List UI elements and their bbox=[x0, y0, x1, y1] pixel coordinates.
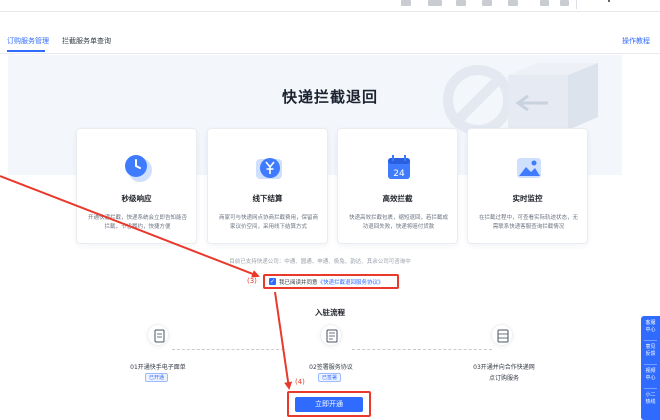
toolbar-item[interactable] bbox=[401, 0, 411, 6]
fp-label: 反馈 bbox=[645, 351, 656, 357]
hotline-button[interactable]: 小二 热线 bbox=[641, 392, 660, 406]
feature-card-settlement: 线下结算 商家可与快递网点协商拦截费用，保留商家议价空间，采用线下结算方式 bbox=[207, 128, 328, 244]
supported-carriers-text: 目前已支持快递公司：中通、圆通、申通、极兔、韵达、其余公司可咨询中 bbox=[229, 259, 411, 265]
contract-icon bbox=[326, 329, 338, 343]
flow-connector bbox=[172, 349, 284, 350]
feature-card-monitoring: 实时监控 在拦截过程中，可查看实际轨迹状态，无需联系快递客服查询拦截情况 bbox=[467, 128, 588, 244]
annotation-step-4: (4) bbox=[295, 378, 305, 386]
agreement-prefix: 我已阅读并同意 bbox=[279, 280, 318, 286]
feature-description: 快递高效拦截包裹，缩短退回，若拦截成功退回失败，快递将赔付货款 bbox=[348, 215, 448, 230]
feature-title: 秒级响应 bbox=[121, 194, 152, 203]
feature-title: 实时监控 bbox=[512, 194, 543, 203]
flow-step-label: 02签署服务协议 bbox=[309, 364, 353, 371]
toolbar-item[interactable] bbox=[482, 0, 492, 6]
agreement-checkbox[interactable]: ✓ bbox=[269, 278, 276, 285]
fp-label: 热线 bbox=[645, 399, 656, 405]
user-menu-icon[interactable] bbox=[608, 0, 610, 2]
flow-connector bbox=[352, 349, 492, 350]
panel-divider bbox=[644, 364, 657, 365]
floating-service-panel: 客服 中心 意见 反馈 视频 中心 小二 热线 bbox=[641, 316, 660, 420]
fp-label: 视频 bbox=[645, 368, 656, 374]
notification-icon[interactable] bbox=[560, 0, 569, 6]
status-badge: 已签署 bbox=[318, 373, 342, 382]
feature-description: 商家可与快递网点协商拦截费用，保留商家议价空间，采用线下结算方式 bbox=[218, 215, 318, 230]
fp-label: 中心 bbox=[645, 327, 656, 333]
image-icon bbox=[517, 158, 541, 178]
activate-now-button[interactable]: 立即开通 bbox=[295, 397, 363, 412]
video-center-button[interactable]: 视频 中心 bbox=[641, 368, 660, 382]
step-icon bbox=[320, 324, 342, 346]
fp-label: 小二 bbox=[645, 392, 656, 398]
feature-title: 线下结算 bbox=[252, 194, 283, 203]
active-tab-indicator bbox=[7, 50, 45, 52]
onboarding-flow-title: 入驻流程 bbox=[315, 308, 345, 317]
toolbar-divider bbox=[0, 11, 660, 12]
document-icon bbox=[154, 329, 165, 343]
agreement-link[interactable]: 《快递拦截退回服务协议》 bbox=[318, 280, 384, 286]
toolbar-item[interactable] bbox=[508, 0, 518, 6]
annotation-step-3: (3) bbox=[247, 277, 257, 285]
svg-text:24: 24 bbox=[393, 169, 405, 179]
step-icon bbox=[147, 324, 169, 346]
panel-divider bbox=[644, 340, 657, 341]
customer-service-button[interactable]: 客服 中心 bbox=[641, 320, 660, 334]
list-icon bbox=[497, 329, 509, 343]
feature-card-efficiency: 24 高效拦截 快递高效拦截包裹，缩短退回，若拦截成功退回失败，快递将赔付货款 bbox=[337, 128, 458, 244]
feature-description: 在拦截过程中，可查看实际轨迹状态，无需联系快递客服查询拦截情况 bbox=[478, 215, 578, 230]
toolbar-item[interactable] bbox=[456, 0, 466, 6]
agreement-highlight: ✓ 我已阅读并同意《快递拦截退回服务协议》 bbox=[263, 274, 399, 289]
fp-label: 中心 bbox=[645, 375, 656, 381]
cta-highlight: 立即开通 bbox=[287, 391, 371, 417]
tab-intercept-query[interactable]: 拦截服务单查询 bbox=[62, 36, 111, 46]
status-badge: 已开通 bbox=[145, 373, 169, 382]
agreement-text: 我已阅读并同意《快递拦截退回服务协议》 bbox=[279, 278, 384, 286]
feature-title: 高效拦截 bbox=[382, 194, 413, 203]
fp-label: 意见 bbox=[645, 344, 656, 350]
feature-card-response: 秒级响应 开通快递拦截，快递系统会立即告知能否拦截，节省履约，快捷方便 bbox=[76, 128, 197, 244]
settings-icon[interactable] bbox=[540, 0, 549, 6]
top-toolbar bbox=[0, 0, 660, 12]
feedback-button[interactable]: 意见 反馈 bbox=[641, 344, 660, 358]
tab-service-management[interactable]: 订购服务管理 bbox=[7, 36, 49, 46]
feature-description: 开通快递拦截，快递系统会立即告知能否拦截，节省履约，快捷方便 bbox=[87, 215, 187, 230]
toolbar-item[interactable] bbox=[428, 0, 442, 6]
flow-step-label: 03开通并向合作快递网 bbox=[473, 364, 535, 371]
yen-icon bbox=[256, 158, 282, 179]
step-icon bbox=[491, 324, 513, 346]
page-title: 快递拦截退回 bbox=[281, 88, 378, 106]
calendar-icon: 24 bbox=[388, 155, 410, 179]
tab-bar: 订购服务管理 拦截服务单查询 操作教程 bbox=[0, 28, 660, 54]
flow-step-label: 01开通快手电子面单 bbox=[130, 364, 186, 371]
fp-label: 客服 bbox=[645, 320, 656, 326]
panel-divider bbox=[644, 388, 657, 389]
clock-icon bbox=[125, 155, 152, 182]
flow-step-label: 点订购服务 bbox=[488, 375, 519, 382]
help-tutorial-link[interactable]: 操作教程 bbox=[622, 36, 650, 46]
toolbar-divider bbox=[576, 0, 577, 9]
